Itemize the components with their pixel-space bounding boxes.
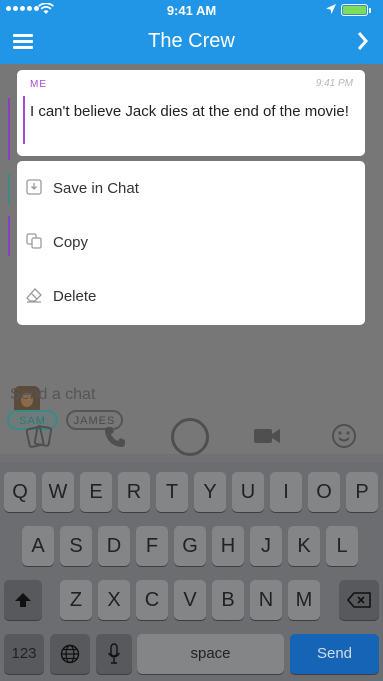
shift-key[interactable] <box>4 580 42 620</box>
message-stub <box>8 216 10 256</box>
key-i[interactable]: I <box>270 472 302 512</box>
video-icon[interactable] <box>253 426 281 446</box>
key-s[interactable]: S <box>60 526 92 566</box>
key-f[interactable]: F <box>136 526 168 566</box>
key-h[interactable]: H <box>212 526 244 566</box>
key-n[interactable]: N <box>250 580 282 620</box>
message-stub <box>8 174 10 204</box>
capture-button[interactable] <box>171 418 209 456</box>
location-icon <box>326 4 336 14</box>
globe-icon <box>60 644 80 664</box>
photo-stack-icon[interactable] <box>26 424 52 448</box>
menu-item-save-in-chat[interactable]: Save in Chat <box>17 161 365 215</box>
chevron-right-icon[interactable] <box>356 30 370 52</box>
menu-item-label: Save in Chat <box>53 180 139 197</box>
menu-item-delete[interactable]: Delete <box>17 269 365 323</box>
key-t[interactable]: T <box>156 472 188 512</box>
key-b[interactable]: B <box>212 580 244 620</box>
message-actions-menu: Save in Chat Copy Delete <box>17 161 365 325</box>
message-text: I can't believe Jack dies at the end of … <box>30 103 349 120</box>
dictation-key[interactable] <box>96 634 132 674</box>
keyboard: Q W E R T Y U I O P A S D F G H J K L Z … <box>0 462 383 681</box>
key-o[interactable]: O <box>308 472 340 512</box>
key-d[interactable]: D <box>98 526 130 566</box>
menu-item-label: Copy <box>53 234 89 251</box>
message-sender: ME <box>30 79 47 90</box>
compose-toolbar <box>0 418 383 456</box>
key-m[interactable]: M <box>288 580 320 620</box>
globe-key[interactable] <box>50 634 90 674</box>
key-u[interactable]: U <box>232 472 264 512</box>
key-v[interactable]: V <box>174 580 206 620</box>
nav-bar: The Crew <box>0 20 383 64</box>
key-z[interactable]: Z <box>60 580 92 620</box>
key-j[interactable]: J <box>250 526 282 566</box>
eraser-icon <box>26 288 42 303</box>
save-icon <box>26 179 42 195</box>
menu-item-label: Delete <box>53 288 97 305</box>
menu-item-copy[interactable]: Copy <box>17 215 365 269</box>
key-c[interactable]: C <box>136 580 168 620</box>
shift-icon <box>15 593 31 607</box>
chat-input[interactable]: Send a chat <box>10 386 95 404</box>
key-x[interactable]: X <box>98 580 130 620</box>
backspace-icon <box>346 592 371 608</box>
message-stub <box>8 98 10 160</box>
numbers-key[interactable]: 123 <box>4 634 44 674</box>
selected-message: ME 9:41 PM I can't believe Jack dies at … <box>17 70 365 156</box>
sender-bar <box>23 96 25 144</box>
key-p[interactable]: P <box>346 472 378 512</box>
key-k[interactable]: K <box>288 526 320 566</box>
send-key[interactable]: Send <box>290 634 379 674</box>
key-q[interactable]: Q <box>4 472 36 512</box>
space-key[interactable]: space <box>137 634 284 674</box>
phone-icon[interactable] <box>103 425 127 449</box>
status-bar: 9:41 AM <box>0 0 383 20</box>
key-g[interactable]: G <box>174 526 206 566</box>
key-y[interactable]: Y <box>194 472 226 512</box>
message-time: 9:41 PM <box>315 78 353 89</box>
microphone-icon <box>107 643 121 664</box>
backspace-key[interactable] <box>339 580 379 620</box>
key-a[interactable]: A <box>22 526 54 566</box>
emoji-icon[interactable] <box>331 423 357 449</box>
page-title: The Crew <box>148 30 235 52</box>
copy-icon <box>26 233 42 249</box>
battery-icon <box>341 4 371 16</box>
key-w[interactable]: W <box>42 472 74 512</box>
key-l[interactable]: L <box>326 526 358 566</box>
header: 9:41 AM The Crew <box>0 0 383 64</box>
key-r[interactable]: R <box>118 472 150 512</box>
key-e[interactable]: E <box>80 472 112 512</box>
